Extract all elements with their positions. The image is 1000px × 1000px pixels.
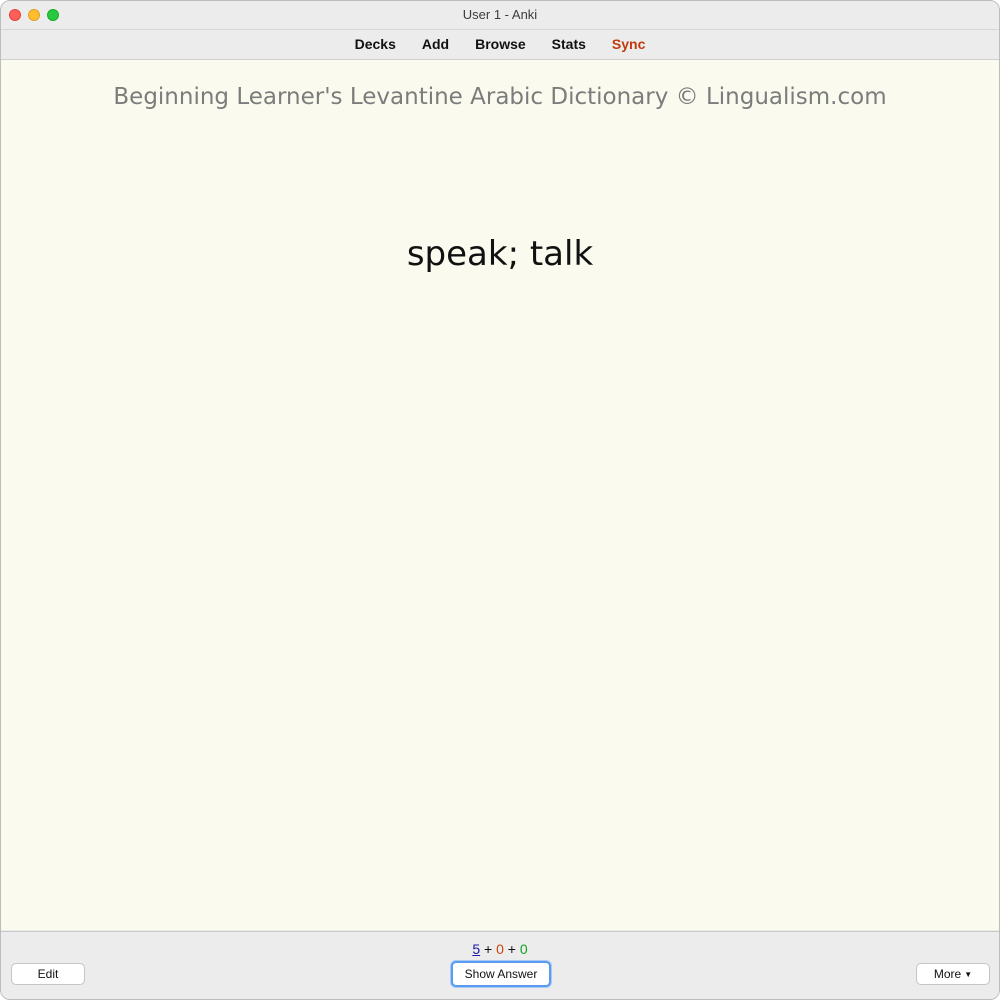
toolbar-decks[interactable]: Decks: [342, 30, 409, 59]
card-reviewer: Beginning Learner's Levantine Arabic Dic…: [1, 60, 999, 930]
count-separator: +: [507, 941, 516, 957]
more-button[interactable]: More ▼: [916, 963, 990, 985]
show-answer-button[interactable]: Show Answer: [451, 961, 551, 987]
learn-count: 0: [496, 941, 504, 957]
anki-window: User 1 - Anki Decks Add Browse Stats Syn…: [0, 0, 1000, 1000]
window-title: User 1 - Anki: [462, 7, 538, 22]
reviewer-bottom-bar: 5 + 0 + 0 Edit Show Answer More ▼: [1, 931, 999, 999]
main-toolbar: Decks Add Browse Stats Sync: [1, 30, 999, 60]
title-bar: User 1 - Anki: [1, 1, 999, 30]
toolbar-browse[interactable]: Browse: [462, 30, 539, 59]
due-counts: 5 + 0 + 0: [1, 941, 999, 957]
toolbar-stats[interactable]: Stats: [539, 30, 599, 59]
toolbar-sync[interactable]: Sync: [599, 30, 658, 59]
count-separator: +: [484, 941, 493, 957]
edit-button[interactable]: Edit: [11, 963, 85, 985]
new-count: 5: [472, 941, 481, 957]
caret-down-icon: ▼: [964, 970, 973, 979]
card-deck-header: Beginning Learner's Levantine Arabic Dic…: [113, 84, 887, 110]
more-button-label: More: [933, 967, 962, 981]
card-front-text: speak; talk: [406, 234, 594, 274]
toolbar-add[interactable]: Add: [409, 30, 462, 59]
review-count: 0: [519, 941, 528, 957]
